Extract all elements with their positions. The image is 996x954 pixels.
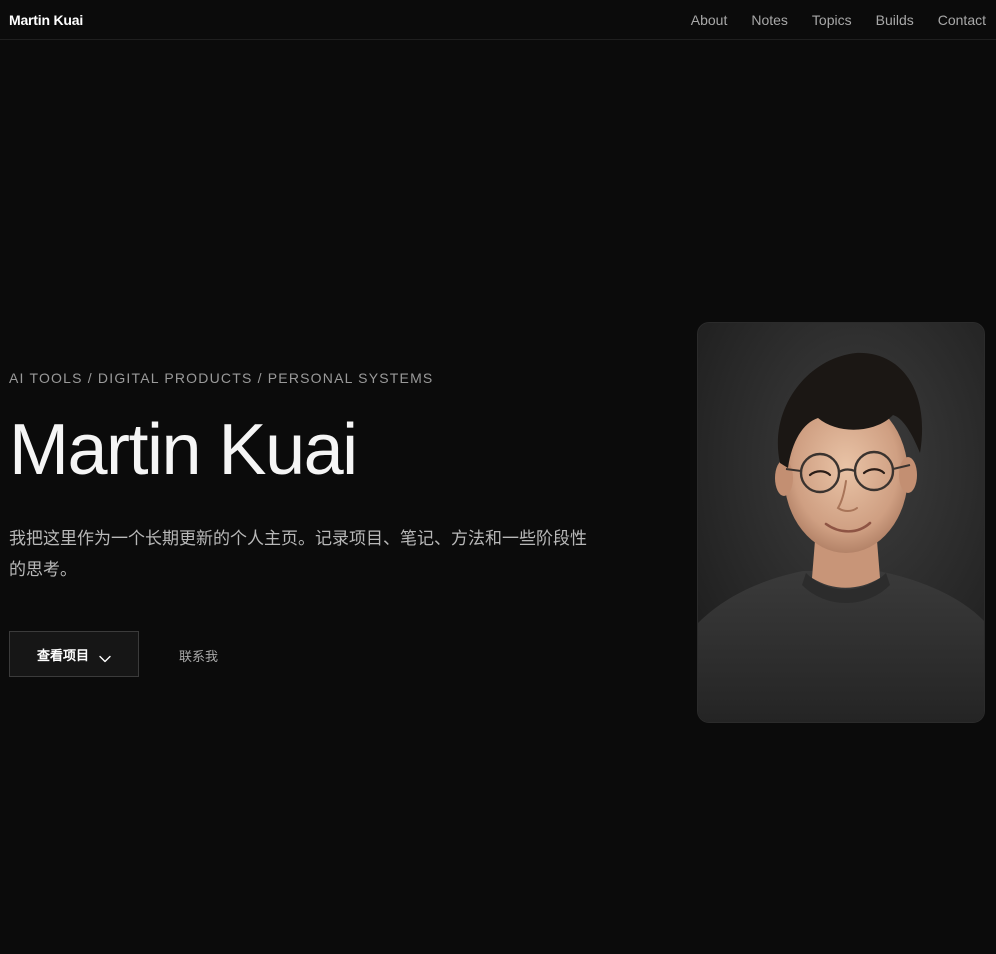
main-nav: About Notes Topics Builds Contact [667,12,986,28]
nav-link-about[interactable]: About [691,12,728,28]
hero-description: 我把这里作为一个长期更新的个人主页。记录项目、笔记、方法和一些阶段性的思考。 [9,529,587,580]
nav-link-topics[interactable]: Topics [812,12,852,28]
portrait-illustration [698,323,984,722]
site-brand[interactable]: Martin Kuai [9,12,83,28]
chevron-down-icon [99,650,111,663]
hero-eyebrow: AI TOOLS / DIGITAL PRODUCTS / PERSONAL S… [9,370,434,386]
view-projects-label: 查看项目 [36,648,89,664]
view-projects-button[interactable]: 查看项目 [9,631,139,677]
hero-title: Martin Kuai [9,410,358,490]
contact-me-link[interactable]: 联系我 [179,646,218,665]
top-navigation-bar: Martin Kuai About Notes Topics Builds Co… [0,0,996,40]
nav-link-notes[interactable]: Notes [751,12,788,28]
nav-link-builds[interactable]: Builds [876,12,914,28]
profile-portrait [697,322,985,723]
nav-link-contact[interactable]: Contact [938,12,986,28]
